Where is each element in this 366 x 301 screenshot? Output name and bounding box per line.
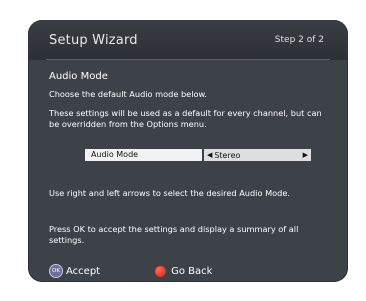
instruction-text: Choose the default Audio mode below. xyxy=(49,89,208,99)
section-title: Audio Mode xyxy=(49,71,108,82)
selected-value: Stereo xyxy=(214,150,241,160)
footer-actions: OK Accept Go Back xyxy=(49,264,212,278)
ok-hint: Press OK to accept the settings and disp… xyxy=(49,224,299,245)
tv-screen: Setup Wizard Step 2 of 2 Audio Mode Choo… xyxy=(28,20,348,282)
ok-button-icon[interactable]: OK xyxy=(49,264,63,278)
setting-label: Audio Mode xyxy=(85,149,202,161)
step-indicator: Step 2 of 2 xyxy=(274,35,324,45)
go-back-label[interactable]: Go Back xyxy=(171,266,212,277)
header: Setup Wizard Step 2 of 2 xyxy=(28,20,348,60)
divider xyxy=(46,59,330,60)
audio-mode-setting[interactable]: Audio Mode ◀ Stereo ▶ xyxy=(85,149,311,161)
right-arrow-icon[interactable]: ▶ xyxy=(303,149,308,161)
navigation-hint: Use right and left arrows to select the … xyxy=(49,188,290,198)
accept-label[interactable]: Accept xyxy=(66,266,100,277)
page-title: Setup Wizard xyxy=(49,33,138,48)
audio-mode-selector[interactable]: ◀ Stereo ▶ xyxy=(203,149,311,161)
red-button-icon[interactable] xyxy=(155,265,167,277)
description-text: These settings will be used as a default… xyxy=(49,108,322,129)
